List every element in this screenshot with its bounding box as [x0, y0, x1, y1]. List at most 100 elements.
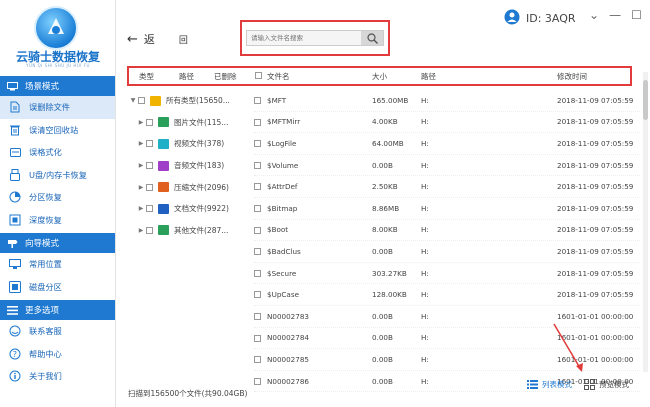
nav-label: 磁盘分区 — [29, 281, 62, 292]
file-time: 2018-11-09 07:05:59 — [557, 182, 634, 192]
row-checkbox[interactable] — [254, 97, 261, 104]
tree-item[interactable]: ▶ 其他文件(287... — [128, 220, 250, 242]
tree-checkbox[interactable] — [138, 97, 145, 105]
col-path2[interactable]: 路径 — [421, 71, 436, 82]
file-name: $Bitmap — [267, 203, 298, 213]
table-row[interactable]: $Volume 0.00B H: 2018-11-09 07:05:59 — [254, 155, 640, 177]
tree-checkbox[interactable] — [146, 140, 153, 148]
nav-common-locations[interactable]: 常用位置 — [0, 253, 115, 276]
tree-item[interactable]: ▶ 图片文件(115... — [128, 112, 250, 134]
nav-format[interactable]: 误格式化 — [0, 141, 115, 164]
row-checkbox[interactable] — [254, 204, 261, 212]
dropdown-icon[interactable]: ⌄ — [589, 8, 599, 22]
minimize-icon[interactable]: — — [609, 8, 621, 22]
nav-label: 关于我们 — [29, 371, 62, 382]
folder-icon — [158, 225, 169, 236]
file-size: 4.00KB — [372, 117, 398, 127]
row-checkbox[interactable] — [254, 291, 261, 299]
tree-checkbox[interactable] — [146, 183, 153, 191]
folder-icon — [150, 95, 161, 106]
table-row[interactable]: $AttrDef 2.50KB H: 2018-11-09 07:05:59 — [254, 176, 640, 198]
file-name: $MFTMirr — [267, 117, 301, 127]
table-row[interactable]: $Secure 303.27KB H: 2018-11-09 07:05:59 — [254, 263, 640, 285]
expand-arrow-icon[interactable]: ▶ — [136, 205, 146, 212]
nav-contact-support[interactable]: 联系客服 — [0, 320, 115, 343]
tree-item[interactable]: ▶ 压缩文件(2096) — [128, 176, 250, 198]
nav-help-center[interactable]: ? 帮助中心 — [0, 343, 115, 366]
table-row[interactable]: $BadClus 0.00B H: 2018-11-09 07:05:59 — [254, 241, 640, 263]
nav-partition-recovery[interactable]: 分区恢复 — [0, 186, 115, 209]
expand-arrow-icon[interactable]: ▶ — [136, 140, 146, 147]
row-checkbox[interactable] — [254, 356, 261, 364]
vertical-scrollbar[interactable] — [643, 72, 648, 372]
tree-item[interactable]: ▼ 所有类型(15650... — [128, 90, 250, 112]
row-checkbox[interactable] — [254, 183, 261, 191]
col-size[interactable]: 大小 — [372, 71, 387, 82]
col-deleted[interactable]: 已删除 — [214, 71, 237, 82]
row-checkbox[interactable] — [254, 377, 261, 385]
row-checkbox[interactable] — [254, 248, 261, 256]
file-path: H: — [421, 182, 429, 192]
svg-text:?: ? — [13, 350, 17, 359]
row-checkbox[interactable] — [254, 140, 261, 148]
maximize-icon[interactable]: ☐ — [631, 8, 642, 22]
nav-deleted-files[interactable]: 误删除文件 — [0, 96, 115, 119]
file-size: 0.00B — [372, 354, 393, 364]
tree-checkbox[interactable] — [146, 205, 153, 213]
expand-arrow-icon[interactable]: ▶ — [136, 184, 146, 191]
scroll-thumb[interactable] — [643, 80, 648, 120]
col-path[interactable]: 路径 — [179, 71, 194, 82]
monitor-icon — [6, 81, 18, 91]
folder-icon — [158, 203, 169, 214]
nav-recycle-bin[interactable]: 误清空回收站 — [0, 119, 115, 142]
tree-checkbox[interactable] — [146, 118, 153, 126]
row-checkbox[interactable] — [254, 269, 261, 277]
signpost-icon — [6, 238, 18, 248]
nav-label: 误清空回收站 — [29, 124, 79, 135]
nav-usb-recovery[interactable]: U盘/内存卡恢复 — [0, 164, 115, 187]
col-filename[interactable]: 文件名 — [267, 71, 290, 82]
tree-checkbox[interactable] — [146, 162, 153, 170]
table-row[interactable]: $UpCase 128.00KB H: 2018-11-09 07:05:59 — [254, 284, 640, 306]
row-checkbox[interactable] — [254, 161, 261, 169]
file-size: 0.00B — [372, 246, 393, 256]
list-mode-button[interactable]: 列表模式 — [527, 379, 572, 390]
table-row[interactable]: $MFT 165.00MB H: 2018-11-09 07:05:59 — [254, 90, 640, 112]
back-label: 返 — [143, 33, 155, 46]
search-button[interactable] — [361, 31, 383, 45]
table-row[interactable]: $MFTMirr 4.00KB H: 2018-11-09 07:05:59 — [254, 112, 640, 134]
table-row[interactable]: $LogFile 64.00MB H: 2018-11-09 07:05:59 — [254, 133, 640, 155]
search-input[interactable] — [247, 31, 361, 45]
row-checkbox[interactable] — [254, 334, 261, 342]
col-modified[interactable]: 修改时间 — [557, 71, 587, 82]
tree-item[interactable]: ▶ 视频文件(378) — [128, 133, 250, 155]
row-checkbox[interactable] — [254, 226, 261, 234]
folder-icon — [158, 138, 169, 149]
preview-mode-button[interactable]: 预览模式 — [584, 379, 629, 390]
preview-mode-label: 预览模式 — [599, 380, 629, 389]
tree-item[interactable]: ▶ 音频文件(183) — [128, 155, 250, 177]
table-row[interactable]: $Boot 8.00KB H: 2018-11-09 07:05:59 — [254, 220, 640, 242]
file-size: 0.00B — [372, 160, 393, 170]
nav-about-us[interactable]: 关于我们 — [0, 365, 115, 388]
search-highlight-box — [240, 20, 390, 56]
tree-checkbox[interactable] — [146, 226, 153, 234]
col-type[interactable]: 类型 — [139, 71, 154, 82]
row-checkbox[interactable] — [254, 118, 261, 126]
expand-arrow-icon[interactable]: ▼ — [128, 97, 138, 104]
expand-arrow-icon[interactable]: ▶ — [136, 119, 146, 126]
select-all-checkbox[interactable] — [255, 72, 262, 79]
row-checkbox[interactable] — [254, 312, 261, 320]
table-row[interactable]: $Bitmap 8.86MB H: 2018-11-09 07:05:59 — [254, 198, 640, 220]
desktop-icon — [8, 257, 22, 271]
file-name: N00002783 — [267, 311, 309, 321]
nav-deep-recovery[interactable]: 深度恢复 — [0, 209, 115, 232]
deep-scan-icon — [8, 213, 22, 227]
nav-label: 分区恢复 — [29, 192, 62, 203]
tree-item[interactable]: ▶ 文档文件(9922) — [128, 198, 250, 220]
file-type-tree: ▼ 所有类型(15650... ▶ 图片文件(115... ▶ 视频文件(378) ▶ 音频文… — [128, 90, 250, 241]
expand-arrow-icon[interactable]: ▶ — [136, 227, 146, 234]
back-button[interactable]: ← 返 回 — [127, 31, 188, 47]
expand-arrow-icon[interactable]: ▶ — [136, 162, 146, 169]
nav-disk-partition[interactable]: 磁盘分区 — [0, 276, 115, 299]
